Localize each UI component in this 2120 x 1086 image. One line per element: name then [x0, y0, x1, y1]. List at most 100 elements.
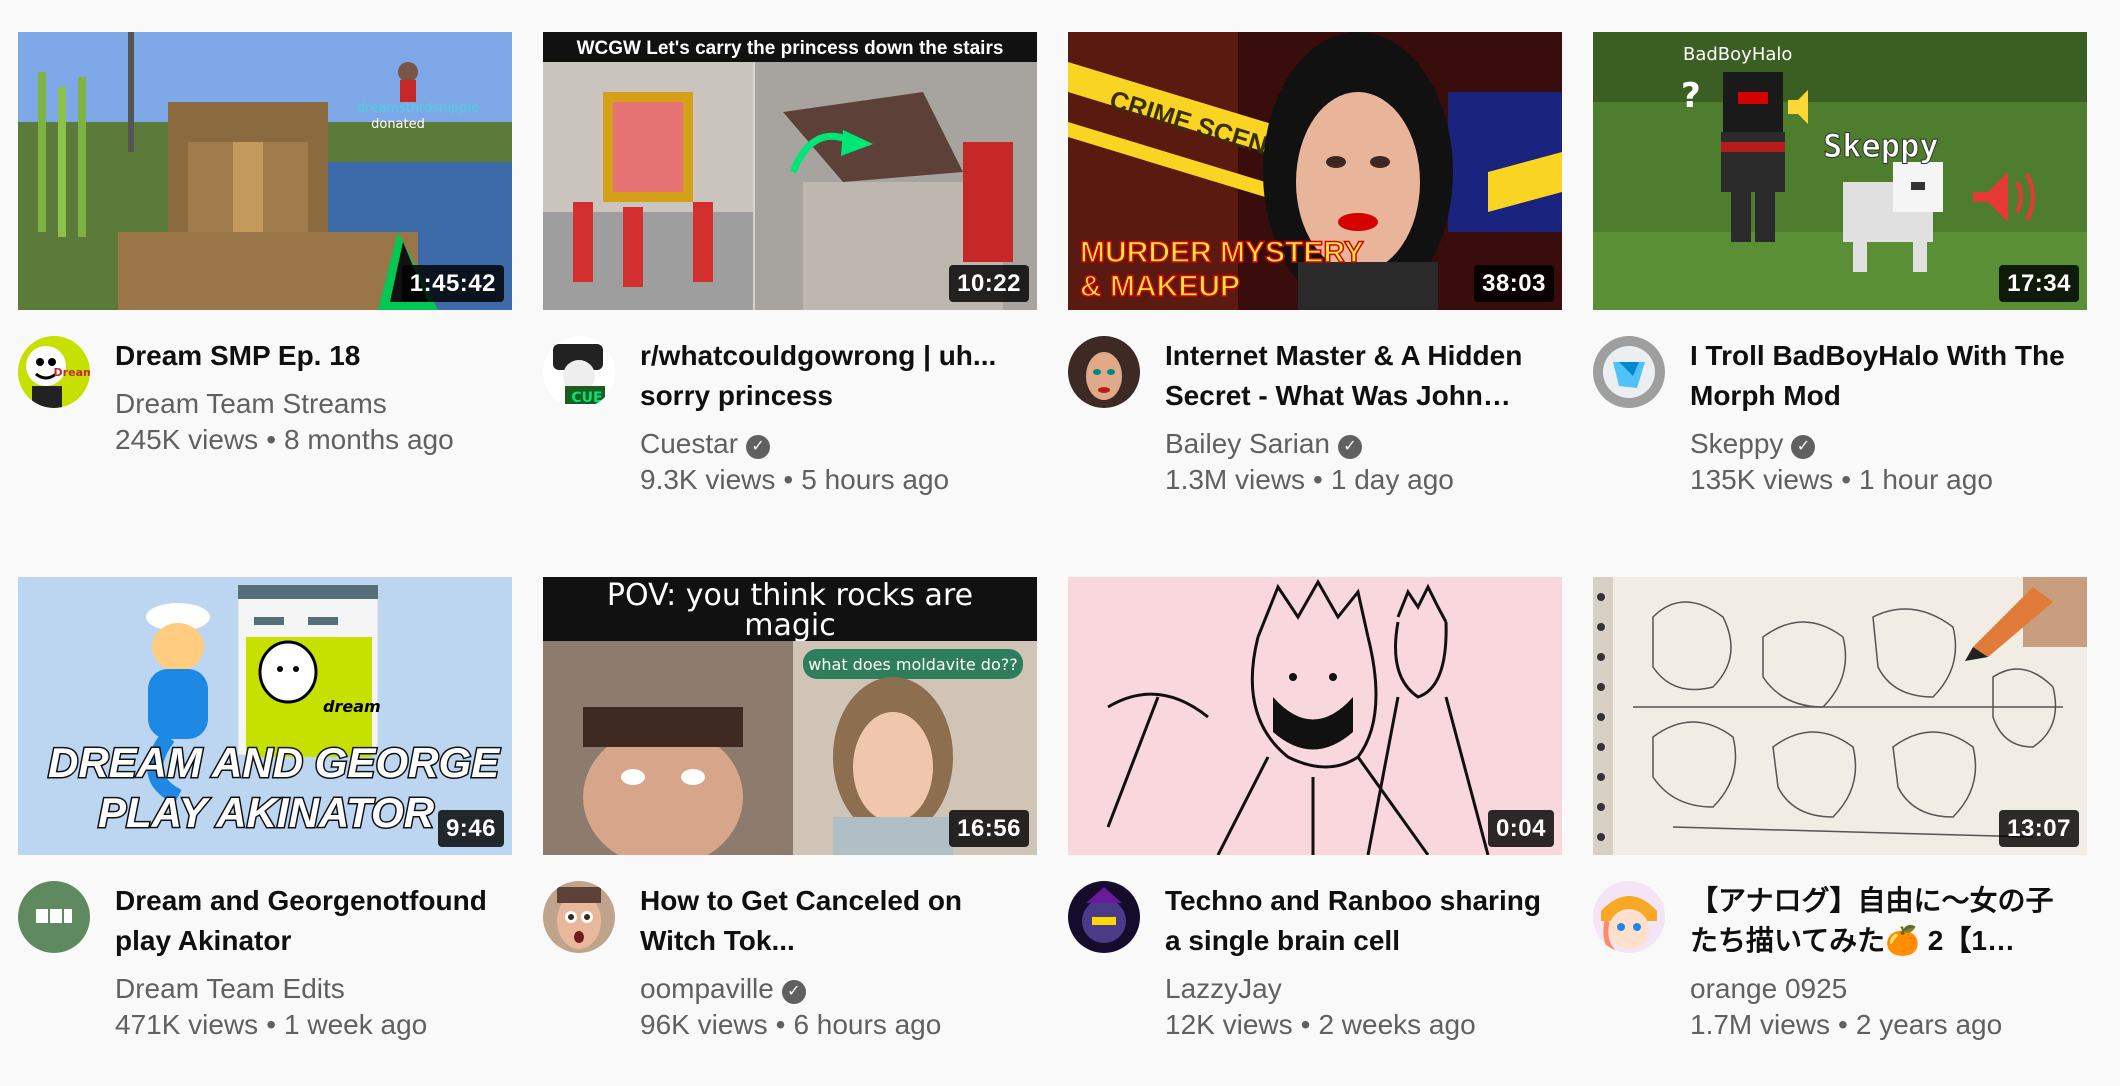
avatar-image	[18, 881, 90, 953]
channel-name-text[interactable]: Cuestar	[640, 428, 738, 459]
stats-separator: •	[266, 424, 276, 455]
channel-name-text[interactable]: Dream Team Edits	[115, 973, 345, 1004]
duration-badge: 16:56	[949, 810, 1029, 847]
view-count: 9.3K views	[640, 464, 776, 495]
upload-age: 8 months ago	[284, 424, 454, 455]
video-stats: 1.3M views • 1 day ago	[1165, 462, 1454, 498]
channel-avatar[interactable]	[1068, 881, 1140, 953]
video-thumbnail[interactable]: CRIME SCENE MURDER MYSTERY & MAKEUP 38:0…	[1068, 32, 1562, 310]
video-title[interactable]: Dream SMP Ep. 18	[115, 336, 505, 376]
channel-avatar[interactable]: Dream	[18, 336, 90, 408]
channel-name-text[interactable]: oompaville	[640, 973, 774, 1004]
avatar-image	[543, 881, 615, 953]
channel-name[interactable]: Dream Team Edits	[115, 971, 345, 1007]
channel-avatar[interactable]	[1593, 881, 1665, 953]
thumbnail-caption: PLAY AKINATOR	[98, 789, 435, 836]
duration-badge: 38:03	[1474, 265, 1554, 302]
video-title[interactable]: How to Get Canceled on Witch Tok...	[640, 881, 1030, 961]
view-count: 135K views	[1690, 464, 1834, 495]
avatar-image: CUE	[543, 336, 615, 408]
video-grid: dreamsthrdsnipple donated 1:45:42 Dream	[0, 0, 2120, 1086]
upload-age: 5 hours ago	[801, 464, 950, 495]
channel-name[interactable]: Bailey Sarian ✓	[1165, 426, 1362, 462]
thumbnail-caption: what does moldavite do??	[808, 655, 1017, 674]
video-stats: 135K views • 1 hour ago	[1690, 462, 1993, 498]
stats-separator: •	[775, 1009, 786, 1040]
channel-name[interactable]: oompaville ✓	[640, 971, 806, 1007]
stats-separator: •	[1838, 1009, 1848, 1040]
video-title[interactable]: r/whatcouldgowrong | uh... sorry princes…	[640, 336, 1030, 416]
video-card[interactable]: 13:07 【アナログ】自由に～女の子たち描いてみた🍊 2【1… orange …	[1593, 577, 2087, 1081]
video-title[interactable]: Techno and Ranboo sharing a single brain…	[1165, 881, 1555, 961]
channel-name[interactable]: Skeppy ✓	[1690, 426, 1816, 462]
avatar-image	[1593, 336, 1665, 408]
duration-badge: 17:34	[1999, 265, 2079, 302]
stats-separator: •	[783, 464, 794, 495]
upload-age: 6 hours ago	[793, 1009, 942, 1040]
video-thumbnail[interactable]: POV: you think rocks are magic what does…	[543, 577, 1037, 855]
channel-name[interactable]: LazzyJay	[1165, 971, 1282, 1007]
channel-name-text[interactable]: Dream Team Streams	[115, 388, 387, 419]
video-stats: 471K views • 1 week ago	[115, 1007, 427, 1043]
view-count: 1.3M views	[1165, 464, 1306, 495]
avatar-caption: CUE	[571, 390, 602, 406]
thumbnail-caption: magic	[744, 608, 835, 643]
avatar-image	[1068, 881, 1140, 953]
video-card[interactable]: WCGW Let's carry the princess down the s…	[543, 32, 1037, 536]
channel-name[interactable]: Cuestar ✓	[640, 426, 771, 462]
video-thumbnail[interactable]: dream DREAM AND GEORGE PLAY AKINATOR 9:4…	[18, 577, 512, 855]
channel-avatar[interactable]	[543, 881, 615, 953]
check-circle-icon: ✓	[746, 435, 771, 459]
channel-name[interactable]: Dream Team Streams	[115, 386, 387, 422]
check-circle-icon: ✓	[1337, 435, 1362, 459]
video-card[interactable]: POV: you think rocks are magic what does…	[543, 577, 1037, 1081]
thumbnail-caption: donated	[371, 117, 425, 132]
duration-badge: 10:22	[949, 265, 1029, 302]
video-thumbnail[interactable]: 0:04	[1068, 577, 1562, 855]
channel-name-text[interactable]: Skeppy	[1690, 428, 1783, 459]
avatar-caption: Dream	[54, 366, 90, 379]
video-card[interactable]: BadBoyHalo Skeppy ? 17:34 I Troll BadBoy…	[1593, 32, 2087, 536]
video-stats: 9.3K views • 5 hours ago	[640, 462, 949, 498]
channel-name[interactable]: orange 0925	[1690, 971, 1847, 1007]
view-count: 245K views	[115, 424, 259, 455]
avatar-image	[1068, 336, 1140, 408]
thumbnail-caption: WCGW Let's carry the princess down the s…	[577, 38, 1004, 59]
channel-avatar[interactable]	[18, 881, 90, 953]
channel-avatar[interactable]: CUE	[543, 336, 615, 408]
thumbnail-caption: MURDER MYSTERY	[1080, 236, 1364, 269]
stats-separator: •	[1313, 464, 1323, 495]
thumbnail-caption: & MAKEUP	[1080, 270, 1240, 303]
avatar-image: Dream	[18, 336, 90, 408]
channel-name-text[interactable]: Bailey Sarian	[1165, 428, 1330, 459]
video-stats: 96K views • 6 hours ago	[640, 1007, 941, 1043]
view-count: 471K views	[115, 1009, 259, 1040]
channel-name-text[interactable]: LazzyJay	[1165, 973, 1282, 1004]
video-thumbnail[interactable]: 13:07	[1593, 577, 2087, 855]
video-title[interactable]: I Troll BadBoyHalo With The Morph Mod	[1690, 336, 2080, 416]
thumbnail-caption: ?	[1681, 76, 1701, 116]
upload-age: 2 years ago	[1855, 1009, 2003, 1040]
view-count: 12K views	[1165, 1009, 1293, 1040]
video-thumbnail[interactable]: BadBoyHalo Skeppy ? 17:34	[1593, 32, 2087, 310]
video-card[interactable]: CRIME SCENE MURDER MYSTERY & MAKEUP 38:0…	[1068, 32, 1562, 536]
video-card[interactable]: dreamsthrdsnipple donated 1:45:42 Dream	[18, 32, 512, 536]
video-thumbnail[interactable]: dreamsthrdsnipple donated 1:45:42	[18, 32, 512, 310]
stats-separator: •	[1841, 464, 1851, 495]
video-title[interactable]: Dream and Georgenotfound play Akinator	[115, 881, 505, 961]
stats-separator: •	[266, 1009, 276, 1040]
check-circle-icon: ✓	[781, 980, 806, 1004]
channel-name-text[interactable]: orange 0925	[1690, 973, 1847, 1004]
video-thumbnail[interactable]: WCGW Let's carry the princess down the s…	[543, 32, 1037, 310]
video-title[interactable]: 【アナログ】自由に～女の子たち描いてみた🍊 2【1…	[1690, 881, 2080, 961]
video-card[interactable]: 0:04 Techno and Ranboo sharing a single …	[1068, 577, 1562, 1081]
check-circle-icon: ✓	[1791, 435, 1816, 459]
duration-badge: 9:46	[437, 810, 504, 847]
channel-avatar[interactable]	[1593, 336, 1665, 408]
upload-age: 1 hour ago	[1859, 464, 1993, 495]
video-card[interactable]: dream DREAM AND GEORGE PLAY AKINATOR 9:4…	[18, 577, 512, 1081]
duration-badge: 13:07	[1999, 810, 2079, 847]
stats-separator: •	[1300, 1009, 1311, 1040]
channel-avatar[interactable]	[1068, 336, 1140, 408]
video-title[interactable]: Internet Master & A Hidden Secret - What…	[1165, 336, 1555, 416]
